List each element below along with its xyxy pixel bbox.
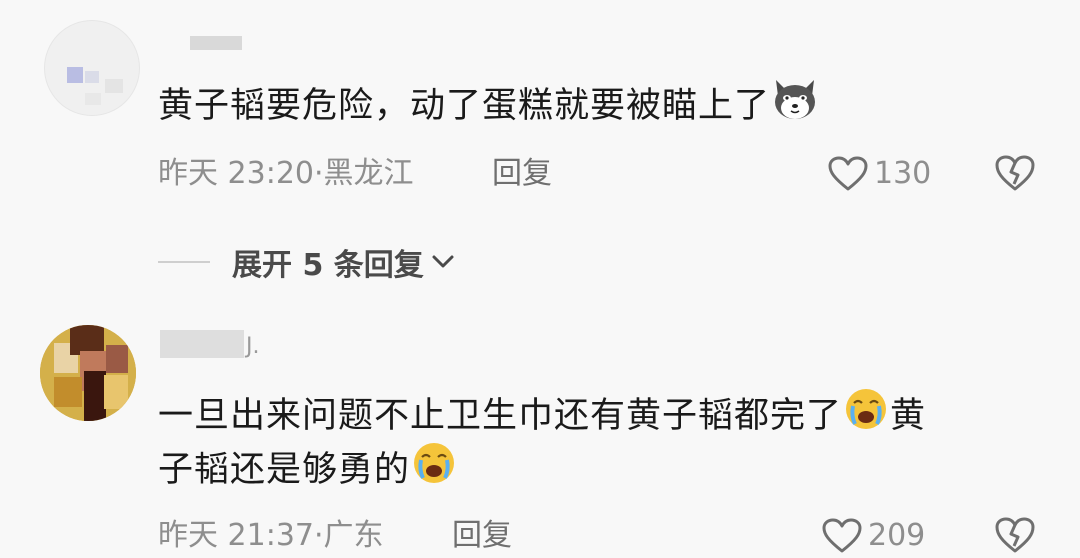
broken-heart-icon: [995, 517, 1035, 553]
expand-replies-button[interactable]: 展开 5 条回复: [158, 240, 456, 284]
comment-text: 黄子韬要危险，动了蛋糕就要被瞄上了: [158, 76, 820, 138]
like-button[interactable]: 209: [822, 518, 925, 554]
comment-meta: 昨天 21:37·广东: [158, 518, 384, 553]
broken-heart-icon: [995, 155, 1035, 191]
like-count: 130: [874, 156, 932, 191]
like-count: 209: [868, 518, 926, 553]
username-blurred[interactable]: [160, 330, 244, 358]
username-tail: J.: [246, 334, 260, 359]
divider-line: [158, 261, 210, 263]
comment-text: 一旦出来问题不止卫生巾还有黄子韬都完了 黄: [158, 386, 926, 448]
reply-button[interactable]: 回复: [492, 156, 552, 192]
timestamp: 昨天 23:20: [158, 156, 314, 191]
dislike-button[interactable]: [994, 154, 1036, 196]
reply-button[interactable]: 回复: [452, 518, 512, 554]
comment-meta: 昨天 23:20·黑龙江: [158, 156, 414, 191]
comment-text-line2: 子韬还是够勇的: [158, 440, 458, 502]
heart-icon: [828, 156, 868, 191]
username-blurred[interactable]: [190, 36, 242, 50]
timestamp: 昨天 21:37: [158, 518, 314, 553]
dislike-button[interactable]: [994, 516, 1036, 558]
chevron-down-icon: [432, 255, 454, 268]
crying-emoji-icon: [410, 440, 458, 502]
husky-emoji-icon: [770, 76, 820, 138]
heart-icon: [822, 518, 862, 553]
avatar[interactable]: [40, 325, 136, 421]
expand-replies-label: 展开 5 条回复: [232, 248, 424, 283]
crying-emoji-icon: [842, 386, 890, 448]
location: 广东: [323, 518, 384, 553]
avatar[interactable]: [44, 20, 140, 116]
location: 黑龙江: [323, 156, 414, 191]
like-button[interactable]: 130: [828, 156, 931, 192]
